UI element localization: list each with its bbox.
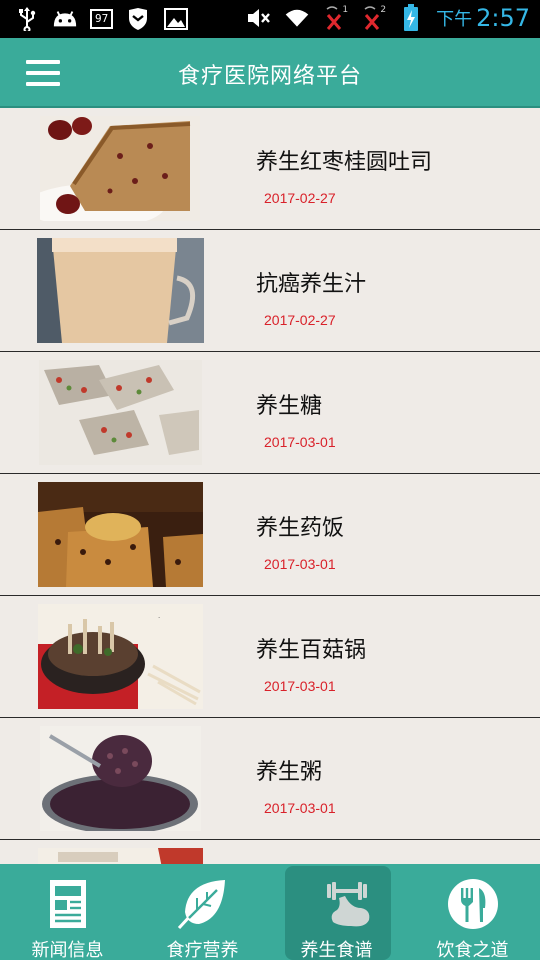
- nav-tab-diet[interactable]: 饮食之道: [405, 864, 540, 960]
- recipe-title: 养生粥: [256, 760, 323, 785]
- recipe-title: 养生药饭: [256, 516, 345, 541]
- status-bar: 97 1 2 下午 2:57: [0, 0, 540, 38]
- leaf-icon: [177, 880, 225, 930]
- app-title: 食疗医院网络平台: [177, 64, 362, 89]
- recipe-date: 2017-02-27: [264, 190, 336, 206]
- recipe-item[interactable]: 养生粥 2017-03-01: [0, 718, 540, 840]
- recipe-date: 2017-03-01: [264, 678, 336, 694]
- recipe-list[interactable]: 养生红枣桂圆吐司 2017-02-27 抗癌养生汁 2017-02-27 养生糖…: [0, 108, 540, 864]
- recipe-thumbnail-mushroom-pot: .: [38, 604, 203, 709]
- image-icon: [163, 6, 189, 32]
- recipe-title: 抗癌养生汁: [256, 272, 367, 297]
- recipe-thumbnail-rice: [38, 482, 203, 587]
- recipe-item[interactable]: 养生糖 2017-03-01: [0, 352, 540, 474]
- recipe-date: 2017-02-27: [264, 312, 336, 328]
- sim2-label: 2: [380, 5, 387, 15]
- sim1-label: 1: [342, 5, 349, 15]
- recipe-title: 养生红枣桂圆吐司: [256, 150, 433, 175]
- bottom-navigation: 新闻信息 食疗营养 养生食谱 饮食之道: [0, 864, 540, 960]
- app-bar: 食疗医院网络平台: [0, 38, 540, 108]
- recipe-thumbnail-candy: [39, 360, 202, 465]
- nav-tab-news[interactable]: 新闻信息: [0, 864, 135, 960]
- nav-label: 新闻信息: [31, 940, 104, 960]
- shield-icon: [125, 6, 151, 32]
- recipe-item[interactable]: . 养生百菇锅 2017-03-01: [0, 596, 540, 718]
- time-prefix: 下午: [436, 9, 473, 30]
- mute-icon: [246, 5, 272, 31]
- nav-label: 饮食之道: [436, 940, 509, 960]
- svg-text:.: .: [158, 612, 160, 620]
- recipe-thumbnail-toast: [40, 116, 200, 221]
- muscle-icon: [326, 882, 369, 927]
- recipe-thumbnail-congee: [40, 726, 201, 831]
- fork-knife-icon: [447, 879, 498, 929]
- battery-percent-icon: 97: [90, 9, 114, 29]
- recipe-title: 养生糖: [256, 394, 323, 419]
- nav-tab-nutrition[interactable]: 食疗营养: [135, 864, 270, 960]
- recipe-thumbnail-juice: [37, 238, 204, 343]
- usb-icon: [14, 6, 40, 32]
- recipe-thumbnail-partial: [38, 848, 203, 864]
- wifi-icon: [284, 5, 310, 31]
- nav-label: 养生食谱: [300, 940, 373, 960]
- recipe-date: 2017-03-01: [264, 800, 336, 816]
- signal-2-icon: 2: [360, 5, 386, 31]
- newspaper-icon: [49, 880, 86, 928]
- nav-label: 食疗营养: [166, 940, 239, 960]
- status-right-icons: 1 2 下午 2:57: [246, 4, 530, 32]
- recipe-item[interactable]: 抗癌养生汁 2017-02-27: [0, 230, 540, 352]
- clock: 2:57: [476, 4, 530, 32]
- recipe-date: 2017-03-01: [264, 434, 336, 450]
- recipe-item[interactable]: 养生药饭 2017-03-01: [0, 474, 540, 596]
- recipe-date: 2017-03-01: [264, 556, 336, 572]
- nav-tab-recipes[interactable]: 养生食谱: [283, 864, 418, 960]
- recipe-item[interactable]: [0, 840, 540, 864]
- battery-charging-icon: [398, 4, 424, 31]
- recipe-item[interactable]: 养生红枣桂圆吐司 2017-02-27: [0, 108, 540, 230]
- status-left-icons: 97: [14, 6, 189, 32]
- android-icon: [52, 6, 78, 32]
- signal-1-icon: 1: [322, 5, 348, 31]
- recipe-title: 养生百菇锅: [256, 638, 367, 663]
